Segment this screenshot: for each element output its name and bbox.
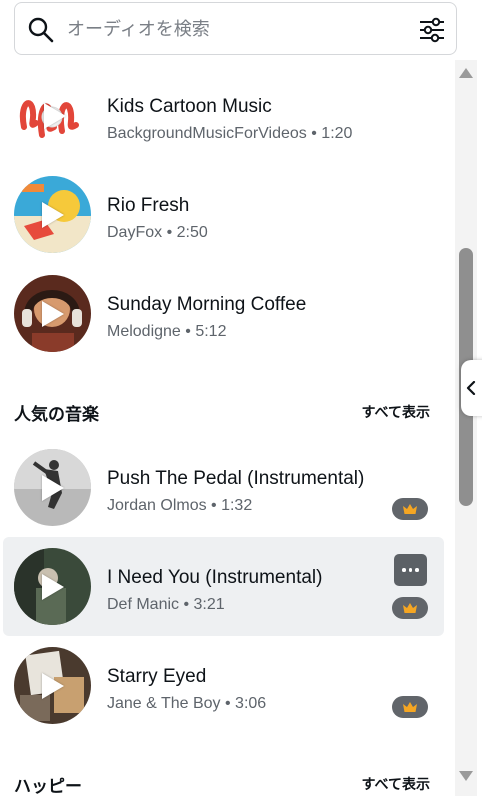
track-title: Rio Fresh: [107, 195, 190, 216]
track-thumbnail[interactable]: [14, 647, 91, 724]
scrollbar[interactable]: [455, 60, 477, 796]
search-icon: [28, 17, 54, 43]
track-meta: BackgroundMusicForVideos • 1:20: [107, 125, 353, 142]
see-all-link[interactable]: すべて表示: [362, 402, 430, 422]
section-header-happy: ハッピー すべて表示: [14, 768, 430, 796]
play-icon[interactable]: [42, 673, 64, 699]
filter-sliders-icon[interactable]: [418, 16, 446, 44]
crown-icon: [403, 504, 417, 514]
track-title: Sunday Morning Coffee: [107, 294, 307, 315]
search-input[interactable]: [67, 13, 397, 45]
collapse-panel-button[interactable]: [461, 360, 482, 416]
track-title: Starry Eyed: [107, 666, 207, 687]
track-row[interactable]: Sunday Morning Coffee Melodigne • 5:12: [3, 264, 444, 363]
play-icon[interactable]: [42, 475, 64, 501]
track-thumbnail[interactable]: [14, 176, 91, 253]
section-title: ハッピー: [14, 777, 82, 796]
play-icon[interactable]: [42, 574, 64, 600]
premium-badge: [392, 498, 428, 520]
section-title: 人気の音楽: [14, 405, 99, 425]
track-thumbnail[interactable]: [14, 548, 91, 625]
play-icon[interactable]: [42, 202, 64, 228]
scroll-down-arrow-icon[interactable]: [459, 771, 473, 781]
premium-badge: [392, 696, 428, 718]
play-icon[interactable]: [42, 301, 64, 327]
track-thumbnail[interactable]: [14, 275, 91, 352]
more-options-icon[interactable]: [394, 554, 427, 586]
track-meta: Jane & The Boy • 3:06: [107, 695, 267, 712]
track-meta: Jordan Olmos • 1:32: [107, 497, 253, 514]
track-meta: DayFox • 2:50: [107, 224, 208, 241]
crown-icon: [403, 702, 417, 712]
track-row[interactable]: I Need You (Instrumental) Def Manic • 3:…: [3, 537, 444, 636]
track-title: Push The Pedal (Instrumental): [107, 468, 365, 489]
audio-search-bar[interactable]: [14, 2, 457, 55]
track-thumbnail[interactable]: [14, 449, 91, 526]
track-row[interactable]: Kids Cartoon Music BackgroundMusicForVid…: [3, 66, 444, 165]
play-icon[interactable]: [44, 103, 66, 129]
track-title: Kids Cartoon Music: [107, 96, 272, 117]
track-row[interactable]: Push The Pedal (Instrumental) Jordan Olm…: [3, 438, 444, 537]
track-meta: Def Manic • 3:21: [107, 596, 225, 613]
track-thumbnail[interactable]: [14, 77, 91, 154]
section-header-popular: 人気の音楽 すべて表示: [14, 396, 430, 426]
premium-badge: [392, 597, 428, 619]
track-title: I Need You (Instrumental): [107, 567, 323, 588]
chevron-left-icon: [466, 381, 476, 395]
crown-icon: [403, 603, 417, 613]
track-meta: Melodigne • 5:12: [107, 323, 227, 340]
see-all-link[interactable]: すべて表示: [362, 774, 430, 794]
track-row[interactable]: Starry Eyed Jane & The Boy • 3:06: [3, 636, 444, 735]
scroll-up-arrow-icon[interactable]: [459, 68, 473, 78]
audio-list: Kids Cartoon Music BackgroundMusicForVid…: [0, 60, 455, 796]
track-row[interactable]: Rio Fresh DayFox • 2:50: [3, 165, 444, 264]
